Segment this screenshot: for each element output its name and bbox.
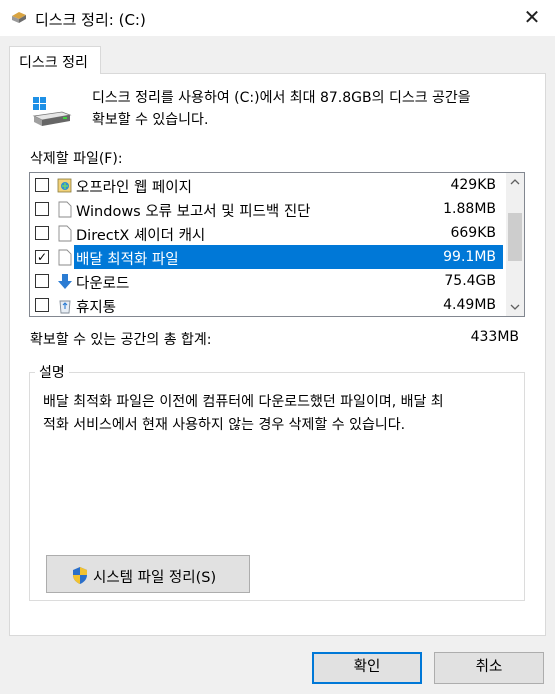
chevron-down-icon bbox=[510, 304, 520, 310]
drive-icon bbox=[32, 97, 72, 126]
file-name: 오프라인 웹 페이지 bbox=[76, 180, 192, 196]
file-checkbox[interactable] bbox=[35, 226, 49, 240]
recycle-bin-icon bbox=[59, 300, 71, 314]
description-group: 설명 배달 최적화 파일은 이전에 컴퓨터에 다운로드했던 파일이며, 배달 최… bbox=[29, 362, 525, 601]
document-icon bbox=[58, 249, 72, 266]
intro-text: 디스크 정리를 사용하여 (C:)에서 최대 87.8GB의 디스크 공간을 확… bbox=[92, 87, 532, 131]
description-text: 배달 최적화 파일은 이전에 컴퓨터에 다운로드했던 파일이며, 배달 최 적화… bbox=[43, 391, 517, 437]
file-size: 1.88MB bbox=[443, 201, 496, 217]
scroll-thumb[interactable] bbox=[508, 213, 522, 261]
description-line: 배달 최적화 파일은 이전에 컴퓨터에 다운로드했던 파일이며, 배달 최 bbox=[43, 394, 444, 410]
total-space-label: 확보할 수 있는 공간의 총 합계: bbox=[30, 332, 212, 348]
file-size: 4.49MB bbox=[443, 297, 496, 313]
file-name: Windows 오류 보고서 및 피드백 진단 bbox=[76, 204, 311, 220]
file-name: 휴지통 bbox=[76, 300, 117, 316]
total-space-value: 433MB bbox=[470, 329, 519, 345]
offline-pages-icon bbox=[57, 178, 72, 193]
clean-system-files-label: 시스템 파일 정리(S) bbox=[93, 570, 217, 586]
file-name: DirectX 셰이더 캐시 bbox=[76, 228, 206, 244]
file-checkbox[interactable] bbox=[35, 202, 49, 216]
tab-disk-cleanup[interactable]: 디스크 정리 bbox=[9, 46, 101, 74]
files-to-delete-label: 삭제할 파일(F): bbox=[30, 151, 123, 167]
intro-line: 디스크 정리를 사용하여 (C:)에서 최대 87.8GB의 디스크 공간을 bbox=[92, 90, 471, 106]
list-scrollbar[interactable] bbox=[506, 173, 524, 316]
download-arrow-icon bbox=[58, 274, 72, 289]
cancel-button[interactable]: 취소 bbox=[434, 652, 544, 684]
uac-shield-icon bbox=[73, 567, 87, 584]
files-list[interactable]: 오프라인 웹 페이지 429KB Windows 오류 보고서 및 피드백 진단… bbox=[29, 172, 525, 317]
ok-button[interactable]: 확인 bbox=[312, 652, 422, 684]
file-checkbox[interactable] bbox=[35, 298, 49, 312]
description-line: 적화 서비스에서 현재 사용하지 않는 경우 삭제할 수 있습니다. bbox=[43, 417, 406, 433]
checkmark-icon: ✓ bbox=[36, 250, 48, 264]
tab-panel: 디스크 정리를 사용하여 (C:)에서 최대 87.8GB의 디스크 공간을 확… bbox=[9, 73, 546, 636]
list-item-selected[interactable]: ✓ 배달 최적화 파일 99.1MB bbox=[30, 245, 506, 269]
document-icon bbox=[58, 201, 72, 218]
item-highlight bbox=[74, 293, 503, 316]
description-group-label: 설명 bbox=[35, 362, 69, 382]
close-button[interactable]: ✕ bbox=[509, 0, 555, 34]
intro-line: 확보할 수 있습니다. bbox=[92, 112, 209, 128]
scroll-down-button[interactable] bbox=[506, 298, 524, 316]
scroll-up-button[interactable] bbox=[506, 173, 524, 191]
clean-system-files-button[interactable]: 시스템 파일 정리(S) bbox=[46, 555, 250, 593]
title-bar: 디스크 정리: (C:) ✕ bbox=[0, 0, 555, 36]
close-icon: ✕ bbox=[523, 5, 541, 29]
file-checkbox-checked[interactable]: ✓ bbox=[35, 250, 49, 264]
list-item[interactable]: 오프라인 웹 페이지 429KB bbox=[30, 173, 506, 197]
tab-label: 디스크 정리 bbox=[19, 55, 88, 71]
disk-cleanup-app-icon bbox=[12, 12, 26, 23]
item-highlight bbox=[74, 269, 503, 293]
list-item[interactable]: 다운로드 75.4GB bbox=[30, 269, 506, 293]
file-size: 429KB bbox=[450, 177, 496, 193]
list-item[interactable]: DirectX 셰이더 캐시 669KB bbox=[30, 221, 506, 245]
window-title: 디스크 정리: (C:) bbox=[35, 11, 146, 29]
file-checkbox[interactable] bbox=[35, 274, 49, 288]
list-item[interactable]: 휴지통 4.49MB bbox=[30, 293, 506, 316]
chevron-up-icon bbox=[510, 179, 520, 185]
list-item[interactable]: Windows 오류 보고서 및 피드백 진단 1.88MB bbox=[30, 197, 506, 221]
document-icon bbox=[58, 225, 72, 242]
file-checkbox[interactable] bbox=[35, 178, 49, 192]
file-name: 배달 최적화 파일 bbox=[76, 252, 179, 268]
file-size: 669KB bbox=[450, 225, 496, 241]
file-size: 99.1MB bbox=[443, 249, 496, 265]
file-size: 75.4GB bbox=[444, 273, 496, 289]
file-name: 다운로드 bbox=[76, 276, 130, 292]
